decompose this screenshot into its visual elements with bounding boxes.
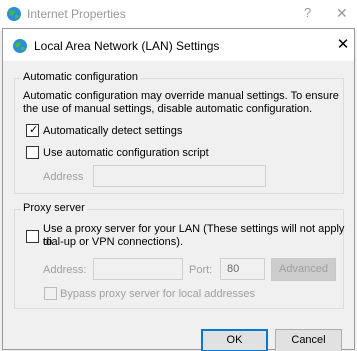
use-script-checkbox[interactable]: [26, 146, 39, 159]
bypass-local-checkbox[interactable]: [44, 287, 57, 300]
use-proxy-checkbox[interactable]: [26, 230, 39, 243]
use-proxy-label-line2[interactable]: dial-up or VPN connections).: [43, 236, 183, 249]
help-icon[interactable]: ?: [304, 5, 311, 20]
auto-config-description-line2: the use of manual settings, disable auto…: [23, 103, 313, 115]
port-label: Port:: [189, 264, 213, 276]
cancel-button[interactable]: Cancel: [275, 329, 342, 351]
advanced-button[interactable]: Advanced: [271, 258, 336, 281]
auto-config-description-line1: Automatic configuration may override man…: [23, 90, 339, 102]
use-script-label[interactable]: Use automatic configuration script: [43, 147, 209, 160]
parent-window-title: Internet Properties: [27, 7, 126, 21]
automatic-configuration-label: Automatic configuration: [21, 71, 140, 83]
parent-titlebar: Internet Properties ? ✕: [0, 0, 357, 30]
dialog-titlebar: Local Area Network (LAN) Settings ✕: [3, 29, 354, 61]
script-address-input[interactable]: [93, 165, 266, 187]
proxy-server-label: Proxy server: [21, 202, 87, 214]
checkmark-icon: ✓: [29, 124, 39, 136]
close-icon[interactable]: ✕: [334, 36, 352, 54]
auto-detect-label[interactable]: Automatically detect settings: [43, 125, 182, 138]
internet-globe-icon: [13, 39, 27, 53]
proxy-address-input[interactable]: [93, 258, 183, 280]
port-value: 80: [227, 263, 240, 275]
proxy-address-label: Address:: [43, 264, 87, 276]
ok-button[interactable]: OK: [201, 329, 268, 351]
lan-settings-dialog: Local Area Network (LAN) Settings ✕ Auto…: [2, 28, 355, 351]
port-input[interactable]: 80: [220, 258, 265, 280]
bypass-local-label[interactable]: Bypass proxy server for local addresses: [60, 288, 255, 301]
dialog-title: Local Area Network (LAN) Settings: [34, 39, 220, 53]
script-address-label: Address: [43, 171, 84, 183]
auto-detect-checkbox[interactable]: ✓: [26, 124, 39, 137]
internet-globe-icon: [7, 7, 21, 21]
parent-close-icon[interactable]: ✕: [336, 5, 348, 22]
